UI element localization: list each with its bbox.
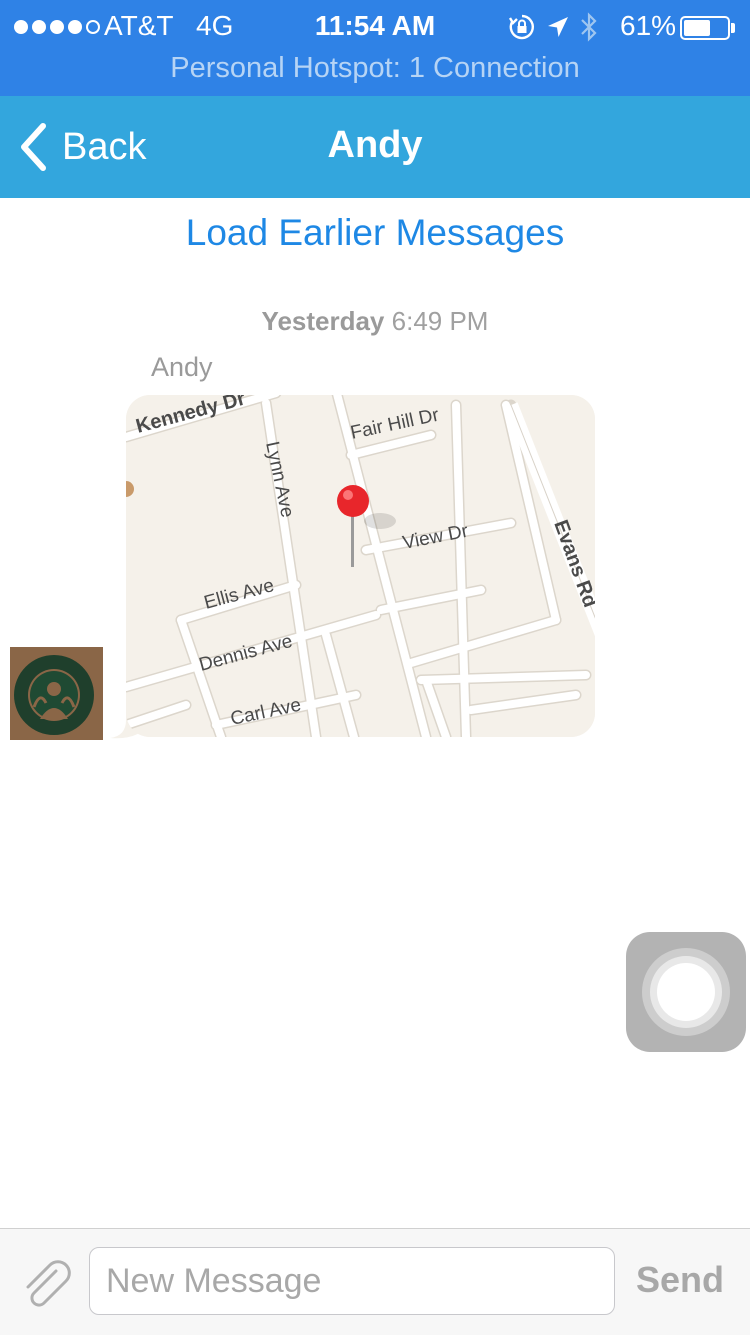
sender-avatar[interactable] [10,647,103,740]
assistive-touch-ring-inner [657,963,715,1021]
send-button[interactable]: Send [636,1259,724,1301]
paperclip-icon [26,1260,71,1307]
battery-tip [731,23,735,33]
status-row: AT&T 4G 11:54 AM 61% [0,8,750,44]
map-view: Kennedy Dr Fair Hill Dr Lynn Ave View Dr… [126,395,595,737]
attachment-button[interactable] [18,1255,74,1311]
new-message-input[interactable] [89,1247,615,1315]
status-bar: AT&T 4G 11:54 AM 61% Personal Hotspot: 1… [0,0,750,96]
message-timestamp: Yesterday 6:49 PM [0,306,750,337]
hotspot-banner[interactable]: Personal Hotspot: 1 Connection [0,52,750,85]
avatar-logo-icon [10,647,103,740]
navigation-bar: Back Andy [0,96,750,198]
battery-icon [680,16,730,40]
bluetooth-icon [581,12,597,42]
timestamp-day: Yesterday [261,306,385,336]
timestamp-time: 6:49 PM [391,306,489,336]
conversation-title: Andy [327,124,423,166]
system-icons [508,12,598,42]
assistive-touch-button[interactable] [626,932,746,1052]
rotation-lock-icon [508,14,534,40]
message-composer: Send [0,1228,750,1335]
load-earlier-messages-button[interactable]: Load Earlier Messages [0,212,750,254]
battery-level [684,20,710,36]
battery-percent: 61% [620,10,677,41]
message-sender-name: Andy [151,352,213,382]
location-arrow-icon [548,17,568,37]
location-map-message[interactable]: Kennedy Dr Fair Hill Dr Lynn Ave View Dr… [126,395,595,737]
